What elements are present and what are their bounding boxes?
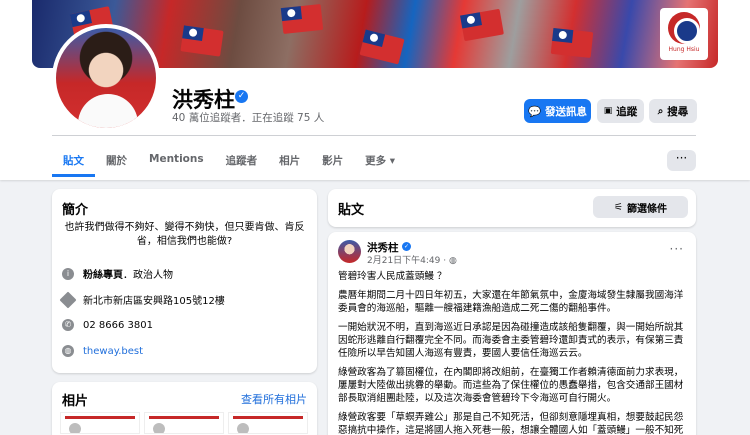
- flag-decoration: [280, 3, 324, 35]
- logo-emblem-icon: [668, 12, 700, 44]
- filter-label: 篩選條件: [626, 203, 667, 215]
- intro-address: 新北市新店區安興路105號12樓: [59, 291, 225, 308]
- party-logo: Hung Hsiu: [660, 8, 708, 60]
- search-icon: ⌕: [657, 105, 664, 117]
- profile-header: Hung Hsiu 洪秀柱 ✓ 40 萬位追蹤者．正在追蹤 75 人 💬 發送訊…: [0, 0, 750, 180]
- post-paragraph: 一開始狀況不明，直到海巡近日承認是因為碰撞造成該船隻翻覆，與一開始所說其因蛇形逃…: [338, 322, 684, 359]
- address-text[interactable]: 新北市新店區安興路105號12樓: [83, 292, 225, 307]
- flag-decoration: [359, 29, 405, 65]
- globe-icon: ◍: [62, 345, 74, 357]
- intro-phone: ✆ 02 8666 3801: [62, 319, 153, 331]
- post-body: 管碧玲害人民成蓋頭鰻 ？ 農曆年期間二月十四日年初五，大家還在年節氣氛中，金廈海…: [338, 270, 688, 435]
- see-all-photos-link[interactable]: 查看所有相片: [241, 391, 307, 407]
- photos-card: 相片 查看所有相片: [52, 382, 317, 435]
- post-timestamp[interactable]: 2月21日下午4:49 · ◍: [367, 253, 457, 266]
- posts-header-card: 貼文 ⚟ 篩選條件: [328, 189, 696, 227]
- filter-button[interactable]: ⚟ 篩選條件: [593, 196, 688, 218]
- messenger-icon: 💬: [527, 105, 542, 118]
- verified-badge-icon: ✓: [402, 242, 411, 251]
- phone-icon: ✆: [62, 319, 74, 331]
- more-options-button[interactable]: ···: [667, 150, 696, 171]
- logo-text: Hung Hsiu: [668, 46, 700, 53]
- follow-label: 追蹤: [616, 105, 638, 118]
- intro-website: ◍ theway.best: [62, 345, 143, 357]
- send-message-button[interactable]: 💬 發送訊息: [524, 99, 591, 123]
- post-author-avatar[interactable]: [338, 240, 361, 263]
- post-paragraph: 綠營政客為了篡固權位，在內閣即將改組前，在臺獨工作者賴清德面前力求表現，屢屢對大…: [338, 367, 684, 404]
- intro-category: i 粉絲專頁．政治人物: [62, 266, 173, 281]
- flag-decoration: [180, 25, 224, 57]
- follower-count[interactable]: 40 萬位追蹤者．正在追蹤 75 人: [172, 110, 324, 125]
- intro-bio: 也許我們做得不夠好、變得不夠快，但只要肯做、肯反省，相信我們也能做?: [64, 222, 305, 247]
- post-paragraph: 管碧玲害人民成蓋頭鰻 ？: [338, 271, 447, 282]
- intro-card: 簡介 也許我們做得不夠好、變得不夠快，但只要肯做、肯反省，相信我們也能做? i …: [52, 189, 317, 373]
- photos-title: 相片: [62, 394, 89, 409]
- tab-followers[interactable]: 追蹤者: [215, 141, 269, 177]
- ellipsis-icon: ···: [675, 151, 688, 165]
- tab-photos[interactable]: 相片: [268, 141, 311, 177]
- photo-thumbnail[interactable]: [228, 412, 308, 434]
- tab-more[interactable]: 更多 ▾: [354, 141, 406, 177]
- category-value: ．政治人物: [123, 270, 173, 281]
- search-button[interactable]: ⌕ 搜尋: [649, 99, 697, 123]
- posts-title: 貼文: [338, 203, 365, 218]
- info-icon: i: [62, 267, 74, 280]
- tab-videos[interactable]: 影片: [311, 141, 354, 177]
- globe-icon: ◍: [448, 256, 457, 266]
- post-time-text[interactable]: 2月21日下午4:49 ·: [367, 256, 449, 266]
- filter-sliders-icon: ⚟: [614, 201, 623, 213]
- post-paragraph: 農曆年期間二月十四日年初五，大家還在年節氣氛中，金廈海域發生隸屬我國海洋委員會的…: [338, 290, 684, 314]
- follow-icon: ▣: [603, 106, 613, 116]
- post-card: 洪秀柱 ✓ 2月21日下午4:49 · ◍ ··· 管碧玲害人民成蓋頭鰻 ？ 農…: [328, 232, 696, 435]
- flag-decoration: [460, 8, 504, 42]
- profile-tabs: 貼文 關於 Mentions 追蹤者 相片 影片 更多 ▾: [52, 141, 406, 177]
- tab-mentions[interactable]: Mentions: [138, 141, 215, 177]
- tab-about[interactable]: 關於: [95, 141, 138, 177]
- follow-button[interactable]: ▣ 追蹤: [597, 99, 644, 123]
- header-divider: [52, 135, 696, 136]
- website-link[interactable]: theway.best: [83, 346, 143, 357]
- post-options-button[interactable]: ···: [670, 242, 684, 256]
- location-pin-icon: [59, 291, 77, 308]
- phone-text[interactable]: 02 8666 3801: [83, 320, 153, 331]
- photo-thumbnail[interactable]: [144, 412, 224, 434]
- search-label: 搜尋: [667, 105, 689, 118]
- tab-posts[interactable]: 貼文: [52, 141, 95, 177]
- photo-thumbnail[interactable]: [60, 412, 140, 434]
- flag-decoration: [550, 27, 594, 59]
- send-message-label: 發送訊息: [545, 105, 588, 118]
- post-paragraph: 綠營政客要「草螟弄雞公」那是自己不知死活，但卻刻意隱埋真相，想要鼓起民怨惡搞抗中…: [338, 412, 684, 435]
- profile-avatar[interactable]: [52, 24, 160, 132]
- category-label: 粉絲專頁: [83, 270, 123, 281]
- verified-badge-icon: ✓: [235, 90, 248, 103]
- intro-title: 簡介: [62, 203, 89, 218]
